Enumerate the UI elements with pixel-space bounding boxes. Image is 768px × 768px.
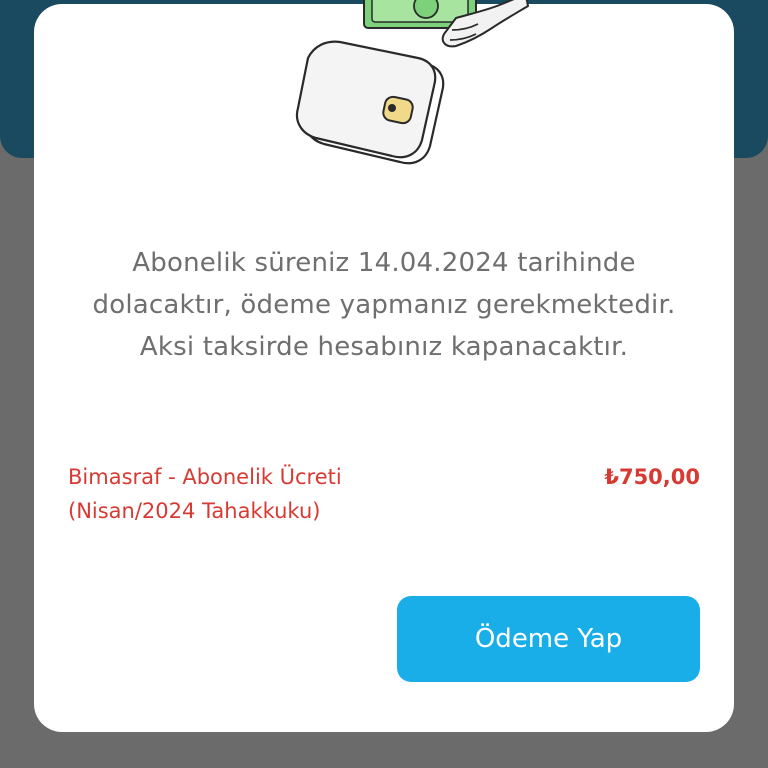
pay-button[interactable]: Ödeme Yap [397, 596, 700, 682]
fee-label-line2: (Nisan/2024 Tahakkuku) [68, 499, 321, 523]
fee-label-line1: Bimasraf - Abonelik Ücreti [68, 465, 342, 489]
payment-dialog: Abonelik süreniz 14.04.2024 tarihinde do… [34, 0, 734, 732]
subscription-expiry-message: Abonelik süreniz 14.04.2024 tarihinde do… [92, 248, 676, 362]
screen: Abonelik süreniz 14.04.2024 tarihinde do… [0, 0, 768, 768]
wallet-with-money-icon [295, 0, 530, 165]
fee-label: Bimasraf - Abonelik Ücreti (Nisan/2024 T… [68, 460, 488, 528]
fee-amount: ₺750,00 [604, 465, 700, 489]
fee-row: Bimasraf - Abonelik Ücreti (Nisan/2024 T… [68, 460, 700, 540]
